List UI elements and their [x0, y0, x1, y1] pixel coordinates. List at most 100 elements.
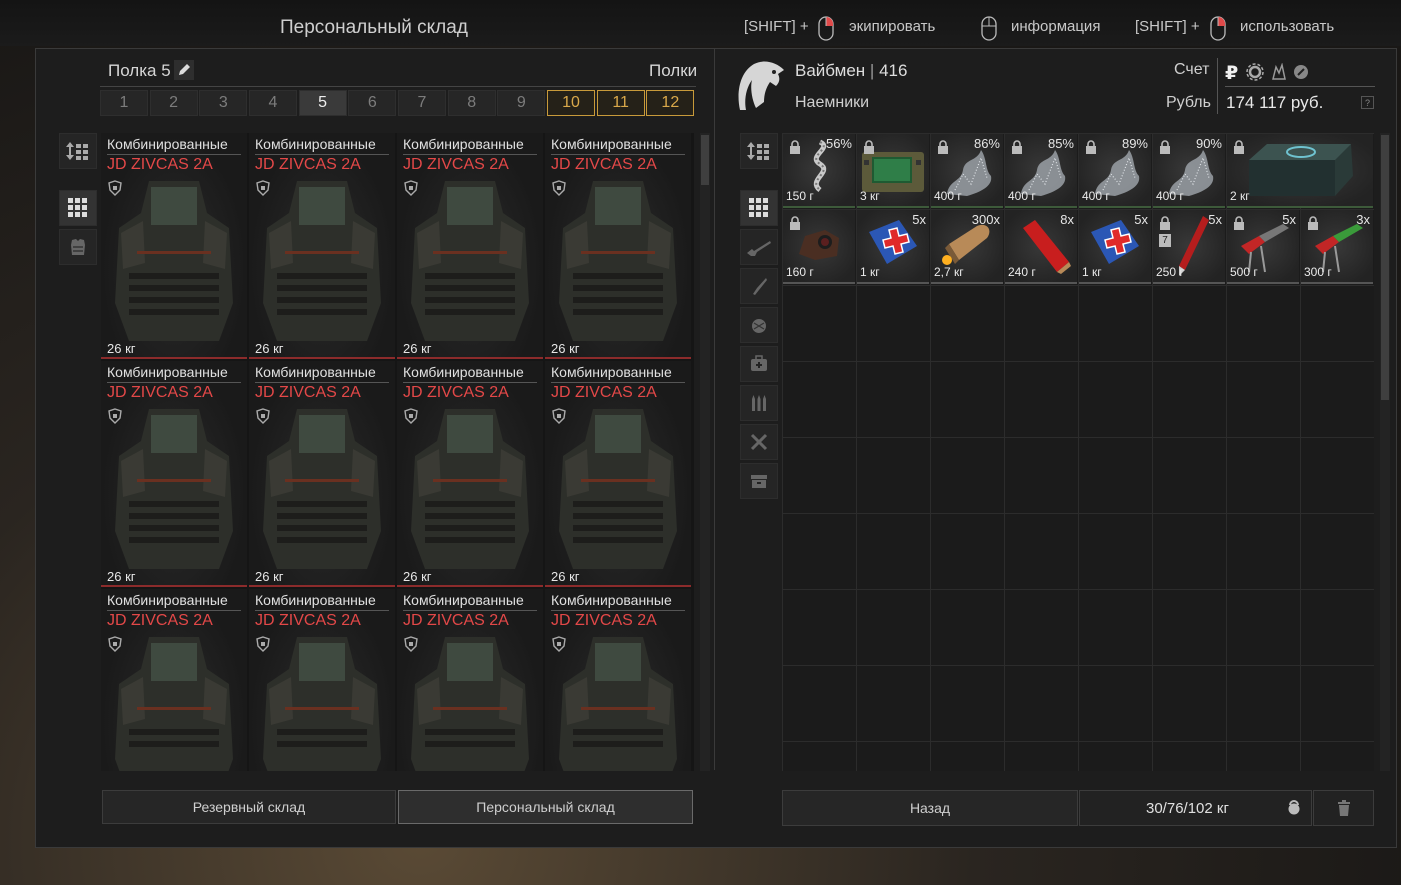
item-category: Комбинированные: [551, 592, 672, 608]
item-weight: 26 кг: [255, 341, 284, 356]
token-currency-icon[interactable]: [1293, 64, 1309, 80]
scrollbar-thumb[interactable]: [1381, 135, 1389, 400]
ammo-filter-button[interactable]: [740, 385, 778, 421]
item-weight: 3 кг: [860, 189, 880, 203]
item-card[interactable]: Комбинированные JD ZIVCAS 2A 26 кг: [545, 133, 691, 359]
shelf-tab-2[interactable]: 2: [149, 90, 198, 116]
item-category: Комбинированные: [403, 364, 524, 380]
body-armor-icon: [263, 181, 381, 341]
shield-icon: [256, 636, 270, 652]
item-name: JD ZIVCAS 2A: [551, 384, 657, 401]
sort-button[interactable]: [740, 133, 778, 169]
item-card[interactable]: Комбинированные JD ZIVCAS 2A 26 кг: [397, 361, 543, 587]
item-name: JD ZIVCAS 2A: [403, 156, 509, 173]
carry-weight: 30/76/102 кг: [1146, 800, 1229, 817]
shelf-tab-7[interactable]: 7: [398, 90, 446, 116]
ruble-currency-icon[interactable]: ₽: [1225, 62, 1238, 85]
item-condition: 56%: [825, 136, 852, 151]
backpack-slot[interactable]: 3x 300 г: [1301, 210, 1373, 284]
item-weight: 2 кг: [1230, 189, 1250, 203]
shelf-tab-12[interactable]: 12: [646, 90, 695, 116]
divider: [403, 610, 537, 611]
shield-icon: [552, 408, 566, 424]
sort-icon: [747, 142, 769, 160]
backpack-scrollbar[interactable]: [1380, 133, 1390, 771]
crystal-currency-icon[interactable]: [1270, 63, 1288, 81]
tools-filter-button[interactable]: [740, 424, 778, 460]
lock-icon: [1160, 216, 1170, 230]
backpack-slot[interactable]: 90% 400 г: [1153, 134, 1225, 208]
item-card[interactable]: Комбинированные JD ZIVCAS 2A 26 кг: [101, 133, 247, 359]
gear-currency-icon[interactable]: [1246, 63, 1264, 81]
backpack-slot[interactable]: 300x 2,7 кг: [931, 210, 1003, 284]
mouse-left-icon: [1210, 16, 1226, 41]
lock-icon: [938, 140, 948, 154]
weapons-filter-button[interactable]: [740, 229, 778, 265]
discard-button[interactable]: [1313, 790, 1374, 826]
shelf-tab-8[interactable]: 8: [447, 90, 496, 116]
divider: [107, 154, 241, 155]
help-button[interactable]: ?: [1361, 96, 1374, 109]
backpack-slot[interactable]: 89% 400 г: [1079, 134, 1151, 208]
backpack-slot[interactable]: 56% 150 г: [783, 134, 855, 208]
item-card[interactable]: Комбинированные JD ZIVCAS 2A 26 кг: [249, 133, 395, 359]
sort-button[interactable]: [59, 133, 97, 169]
backpack-slot[interactable]: 86% 400 г: [931, 134, 1003, 208]
character-faction: Наемники: [795, 94, 870, 111]
item-quantity: 5x: [912, 212, 926, 227]
shelf-tab-5[interactable]: 5: [298, 90, 347, 116]
divider: [551, 610, 685, 611]
item-weight: 250 г: [1156, 265, 1184, 279]
shelf-tab-1[interactable]: 1: [100, 90, 148, 116]
backpack-slot[interactable]: 5x 1 кг: [857, 210, 929, 284]
backpack-slot[interactable]: 7 5x 250 г: [1153, 210, 1225, 284]
grid-view-button[interactable]: [59, 190, 97, 226]
item-card[interactable]: Комбинированные JD ZIVCAS 2A: [249, 589, 395, 771]
armor-filter-button[interactable]: [59, 229, 97, 265]
grenades-filter-button[interactable]: [740, 307, 778, 343]
item-card[interactable]: Комбинированные JD ZIVCAS 2A 26 кг: [397, 133, 543, 359]
lock-icon: [1086, 140, 1096, 154]
back-button[interactable]: Назад: [782, 790, 1078, 826]
item-card[interactable]: Комбинированные JD ZIVCAS 2A: [397, 589, 543, 771]
item-weight: 400 г: [1082, 189, 1110, 203]
item-card[interactable]: Комбинированные JD ZIVCAS 2A: [101, 589, 247, 771]
personal-storage-button[interactable]: Персональный склад: [398, 790, 693, 824]
backpack-slot[interactable]: 3 кг: [857, 134, 929, 208]
item-card[interactable]: Комбинированные JD ZIVCAS 2A 26 кг: [249, 361, 395, 587]
medical-filter-button[interactable]: [740, 346, 778, 382]
backpack-slot[interactable]: 5x 500 г: [1227, 210, 1299, 284]
shelf-tab-11[interactable]: 11: [596, 90, 645, 116]
rifle-icon: [747, 241, 771, 256]
reserve-storage-button[interactable]: Резервный склад: [102, 790, 396, 824]
name-separator: |: [869, 61, 880, 80]
currency-label: Рубль: [1166, 94, 1211, 111]
divider: [255, 610, 389, 611]
shelf-tab-9[interactable]: 9: [497, 90, 546, 116]
lock-icon: [1160, 140, 1170, 154]
backpack-slot[interactable]: 85% 400 г: [1005, 134, 1077, 208]
scrollbar-thumb[interactable]: [701, 135, 709, 185]
shelf-tab-10[interactable]: 10: [547, 90, 595, 116]
shelf-tab-6[interactable]: 6: [348, 90, 397, 116]
melee-filter-button[interactable]: [740, 268, 778, 304]
rename-shelf-button[interactable]: [174, 60, 194, 80]
misc-filter-button[interactable]: [740, 463, 778, 499]
backpack-slot[interactable]: 160 г: [783, 210, 855, 284]
item-card[interactable]: Комбинированные JD ZIVCAS 2A 26 кг: [545, 361, 691, 587]
shelf-tab-3[interactable]: 3: [199, 90, 248, 116]
item-weight: 26 кг: [107, 341, 136, 356]
shield-icon: [256, 408, 270, 424]
backpack-slot[interactable]: 5x 1 кг: [1079, 210, 1151, 284]
backpack-slot[interactable]: 2 кг: [1227, 134, 1373, 208]
item-weight: 300 г: [1304, 265, 1332, 279]
shelf-scrollbar[interactable]: [700, 133, 710, 771]
grenade-icon: [752, 319, 766, 333]
item-card[interactable]: Комбинированные JD ZIVCAS 2A 26 кг: [101, 361, 247, 587]
item-card[interactable]: Комбинированные JD ZIVCAS 2A: [545, 589, 691, 771]
grid-view-button[interactable]: [740, 190, 778, 226]
item-quantity: 300x: [971, 212, 1000, 227]
shelf-tab-4[interactable]: 4: [249, 90, 297, 116]
backpack-slot[interactable]: 8x 240 г: [1005, 210, 1077, 284]
weight-kettlebell-icon: [1288, 800, 1300, 815]
